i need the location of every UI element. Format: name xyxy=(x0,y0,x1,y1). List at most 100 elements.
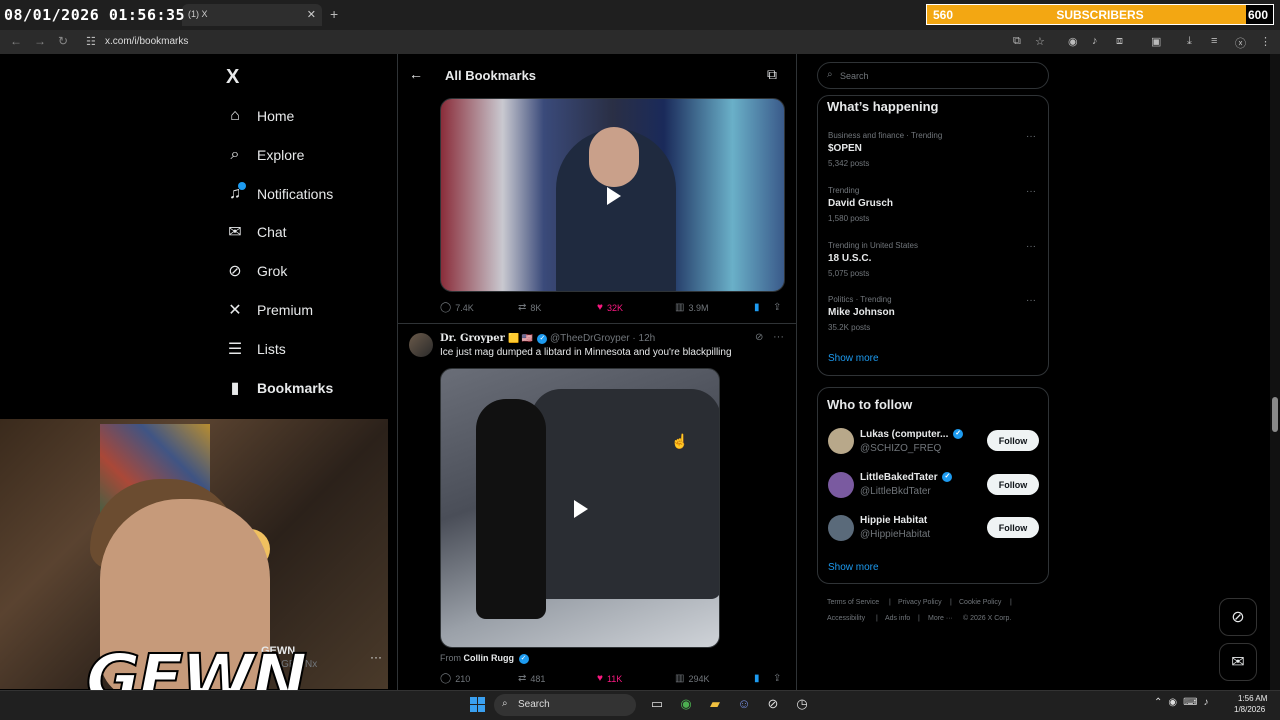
nav-label: Lists xyxy=(257,341,286,357)
menu-icon[interactable]: ⋮ xyxy=(1260,35,1271,48)
avatar[interactable] xyxy=(828,472,854,498)
bookmark-button[interactable]: ▮ xyxy=(754,673,764,684)
reply-icon: ◯ xyxy=(440,673,452,684)
bookmark-folder-add-icon[interactable]: ⧉ xyxy=(767,66,777,83)
trend-context: Business and finance · Trending xyxy=(828,131,943,140)
source-attribution[interactable]: From Collin Rugg ✓ xyxy=(440,653,529,664)
account-more-icon[interactable]: ··· xyxy=(370,650,382,664)
footer-ads-link[interactable]: Ads info xyxy=(885,615,910,622)
suggested-user-name[interactable]: Lukas (computer... ✓ xyxy=(860,429,964,440)
video-player[interactable] xyxy=(440,368,720,648)
back-arrow-icon[interactable]: ← xyxy=(409,66,423,82)
audio-icon[interactable]: ♪ xyxy=(1092,35,1098,47)
task-view-icon[interactable]: ▭ xyxy=(648,695,666,713)
views-button[interactable]: ▥ 3.9M xyxy=(675,302,708,313)
download-icon[interactable]: ⤓ xyxy=(1187,35,1192,48)
nav-explore[interactable]: ⌕ Explore xyxy=(226,140,305,170)
footer-accessibility-link[interactable]: Accessibility xyxy=(827,615,865,622)
video-player[interactable] xyxy=(440,98,785,292)
taskbar-time[interactable]: 1:56 AM xyxy=(1238,694,1267,703)
windows-start-icon[interactable] xyxy=(470,697,485,712)
nav-lists[interactable]: ☰ Lists xyxy=(226,334,286,364)
reply-button[interactable]: ◯ 210 xyxy=(440,673,470,684)
chrome-icon[interactable]: ◉ xyxy=(677,695,695,713)
file-explorer-icon[interactable]: ▰ xyxy=(706,695,724,713)
suggested-user-name[interactable]: Hippie Habitat xyxy=(860,515,927,526)
footer-cookie-link[interactable]: Cookie Policy xyxy=(959,599,1001,606)
share-button[interactable]: ⇪ xyxy=(773,673,785,684)
site-info-icon[interactable]: ☷ xyxy=(86,35,96,48)
avatar[interactable] xyxy=(828,428,854,454)
extension-icon[interactable]: ◉ xyxy=(1068,35,1078,48)
forward-icon[interactable]: → xyxy=(34,34,46,48)
trend-name[interactable]: Mike Johnson xyxy=(828,307,895,318)
footer-terms-link[interactable]: Terms of Service xyxy=(827,599,879,606)
url-field[interactable]: x.com/i/bookmarks xyxy=(105,36,188,47)
follow-button[interactable]: Follow xyxy=(987,517,1039,538)
trend-name[interactable]: 18 U.S.C. xyxy=(828,253,871,264)
more-icon[interactable]: ··· xyxy=(773,331,784,343)
system-tray-icons[interactable]: ⌃◉⌨♪ xyxy=(1154,697,1215,708)
avatar[interactable] xyxy=(409,333,433,357)
notification-badge xyxy=(238,182,246,190)
trend-context: Trending xyxy=(828,186,860,195)
browser-tab[interactable]: (1) X ✕ xyxy=(182,4,322,26)
back-icon[interactable]: ← xyxy=(10,34,22,48)
like-button[interactable]: ♥ 11K xyxy=(597,673,622,684)
app-icon[interactable]: ⊘ xyxy=(764,695,782,713)
play-icon[interactable] xyxy=(607,187,621,205)
new-tab-icon[interactable]: + xyxy=(330,6,338,22)
trend-name[interactable]: David Grusch xyxy=(828,198,893,209)
search-box[interactable]: ⌕ xyxy=(817,62,1049,89)
trend-more-icon[interactable]: ··· xyxy=(1026,295,1036,306)
trends-show-more-link[interactable]: Show more xyxy=(828,353,879,364)
retweet-button[interactable]: ⇄ 8K xyxy=(518,302,541,313)
star-icon[interactable]: ☆ xyxy=(1035,35,1045,48)
sidebar-icon[interactable]: ▣ xyxy=(1151,35,1161,48)
follow-button[interactable]: Follow xyxy=(987,474,1039,495)
messages-fab-icon[interactable]: ✉ xyxy=(1219,643,1257,681)
puzzle-icon[interactable]: ⧈ xyxy=(1116,35,1123,48)
grok-icon[interactable]: ⊘ xyxy=(755,332,763,343)
like-button[interactable]: ♥ 32K xyxy=(597,302,623,313)
x-logo[interactable]: X xyxy=(226,66,239,89)
tab-search-icon[interactable]: ≡ xyxy=(1211,35,1217,47)
nav-bookmarks[interactable]: ▮ Bookmarks xyxy=(226,373,334,403)
taskbar-date[interactable]: 1/8/2026 xyxy=(1234,705,1265,714)
nav-premium[interactable]: ✕ Premium xyxy=(226,295,313,325)
clock-app-icon[interactable]: ◷ xyxy=(793,695,811,713)
nav-grok[interactable]: ⊘ Grok xyxy=(226,256,287,286)
tweet-author-name[interactable]: Dr. Groyper xyxy=(440,333,505,344)
trend-more-icon[interactable]: ··· xyxy=(1026,186,1036,197)
reload-icon[interactable]: ↻ xyxy=(58,34,68,48)
footer-privacy-link[interactable]: Privacy Policy xyxy=(898,599,942,606)
scrollbar-thumb[interactable] xyxy=(1272,397,1278,432)
retweet-button[interactable]: ⇄ 481 xyxy=(518,673,545,684)
discord-icon[interactable]: ☺ xyxy=(735,695,753,713)
share-button[interactable]: ⇪ xyxy=(773,302,785,313)
trend-more-icon[interactable]: ··· xyxy=(1026,241,1036,252)
follow-button[interactable]: Follow xyxy=(987,430,1039,451)
trend-name[interactable]: $OPEN xyxy=(828,143,862,154)
nav-home[interactable]: ⌂ Home xyxy=(226,101,294,131)
tab-close-icon[interactable]: ✕ xyxy=(307,8,316,21)
avatar[interactable] xyxy=(828,515,854,541)
taskbar-search[interactable]: ⌕ Search xyxy=(494,694,636,716)
retweet-count: 481 xyxy=(530,673,546,684)
reply-button[interactable]: ◯ 7.4K xyxy=(440,302,474,313)
view-count: 294K xyxy=(688,673,710,684)
trend-more-icon[interactable]: ··· xyxy=(1026,131,1036,142)
nav-chat[interactable]: ✉ Chat xyxy=(226,217,286,247)
views-button[interactable]: ▥ 294K xyxy=(675,673,709,684)
bookmark-button[interactable]: ▮ xyxy=(754,302,764,313)
footer-more-link[interactable]: More ··· xyxy=(928,615,953,622)
profile-icon[interactable]: ⓧ xyxy=(1235,35,1246,51)
suggested-user-name[interactable]: LittleBakedTater ✓ xyxy=(860,472,953,483)
search-input[interactable] xyxy=(840,68,1040,83)
scrollbar[interactable] xyxy=(1270,54,1280,690)
follow-show-more-link[interactable]: Show more xyxy=(828,562,879,573)
play-icon[interactable] xyxy=(574,500,588,518)
grok-fab-icon[interactable]: ⊘ xyxy=(1219,598,1257,636)
install-icon[interactable]: ⧉ xyxy=(1013,35,1021,48)
taskbar-search-label: Search xyxy=(518,699,550,710)
